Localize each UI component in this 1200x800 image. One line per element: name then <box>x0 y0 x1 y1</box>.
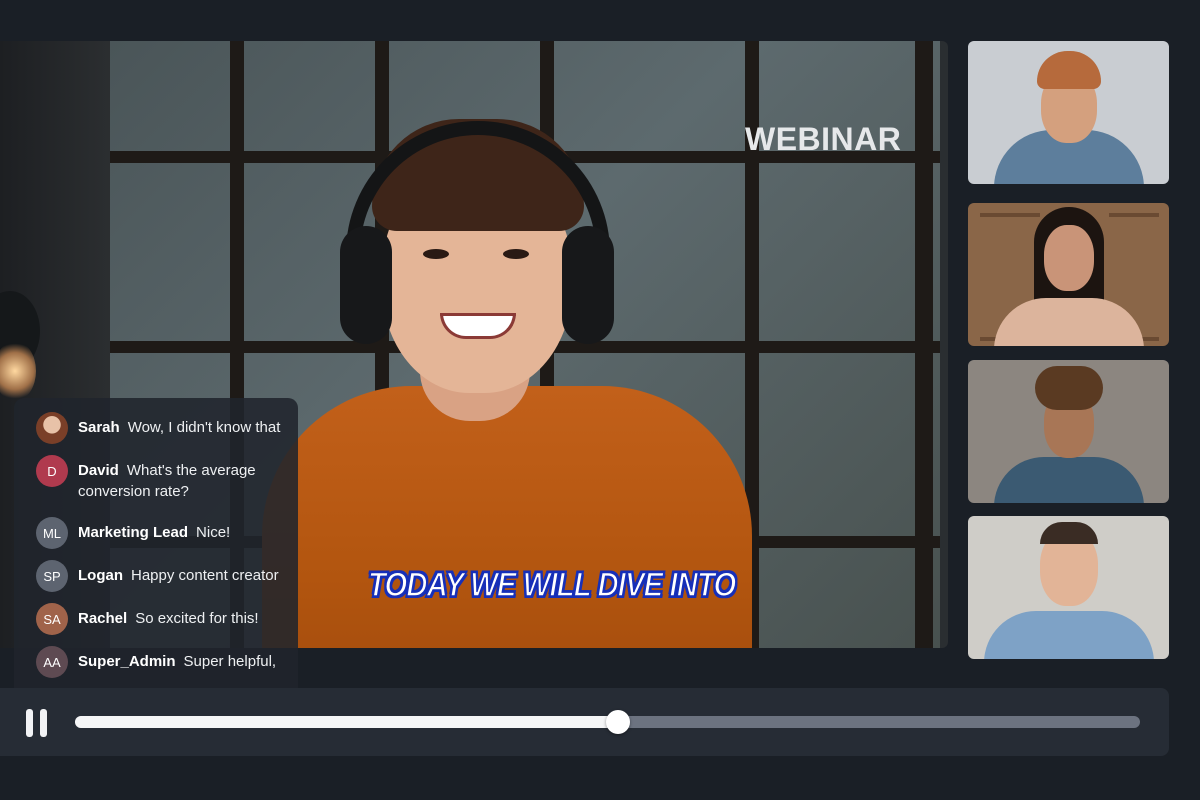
chat-message: AA Super_Admin Super helpful, <box>36 646 316 678</box>
live-caption: TODAY WE WILL DIVE INTO <box>367 565 737 605</box>
progress-bar[interactable] <box>75 710 1140 734</box>
participant-tile-1[interactable] <box>968 41 1169 184</box>
chat-author: Super_Admin <box>78 653 176 670</box>
pause-icon <box>26 709 33 737</box>
avatar: AA <box>36 646 68 678</box>
participant-tile-3[interactable] <box>968 360 1169 503</box>
participant-tile-2[interactable] <box>968 203 1169 346</box>
chat-author: Logan <box>78 567 123 584</box>
player-controls <box>0 688 1169 756</box>
chat-text: Wow, I didn't know that <box>127 419 281 436</box>
chat-panel[interactable]: Sarah Wow, I didn't know that D David What… <box>14 398 298 688</box>
chat-author: Marketing Lead <box>78 524 189 541</box>
chat-message: SP Logan Happy content creator <box>36 560 316 592</box>
webinar-label: WEBINAR <box>745 121 902 157</box>
chat-text: Happy content creator <box>131 567 279 584</box>
chat-text: Nice! <box>196 524 231 541</box>
avatar: D <box>36 455 68 487</box>
progress-fill <box>75 716 619 728</box>
chat-text: So excited for this! <box>135 610 259 627</box>
avatar: ML <box>36 517 68 549</box>
participant-tile-4[interactable] <box>968 516 1169 659</box>
chat-author: Sarah <box>78 419 120 436</box>
pause-button[interactable] <box>26 709 52 737</box>
chat-message: Sarah Wow, I didn't know that <box>36 412 316 444</box>
avatar <box>36 412 68 444</box>
chat-message: ML Marketing Lead Nice! <box>36 517 316 549</box>
chat-text: Super helpful, <box>183 653 277 670</box>
seek-handle[interactable] <box>606 710 631 734</box>
chat-message: SA Rachel So excited for this! <box>36 603 316 635</box>
avatar: SP <box>36 560 68 592</box>
avatar: SA <box>36 603 68 635</box>
chat-author: David <box>78 462 119 479</box>
chat-message: D David What's the average conversion rat… <box>36 455 316 502</box>
chat-author: Rachel <box>78 610 128 627</box>
